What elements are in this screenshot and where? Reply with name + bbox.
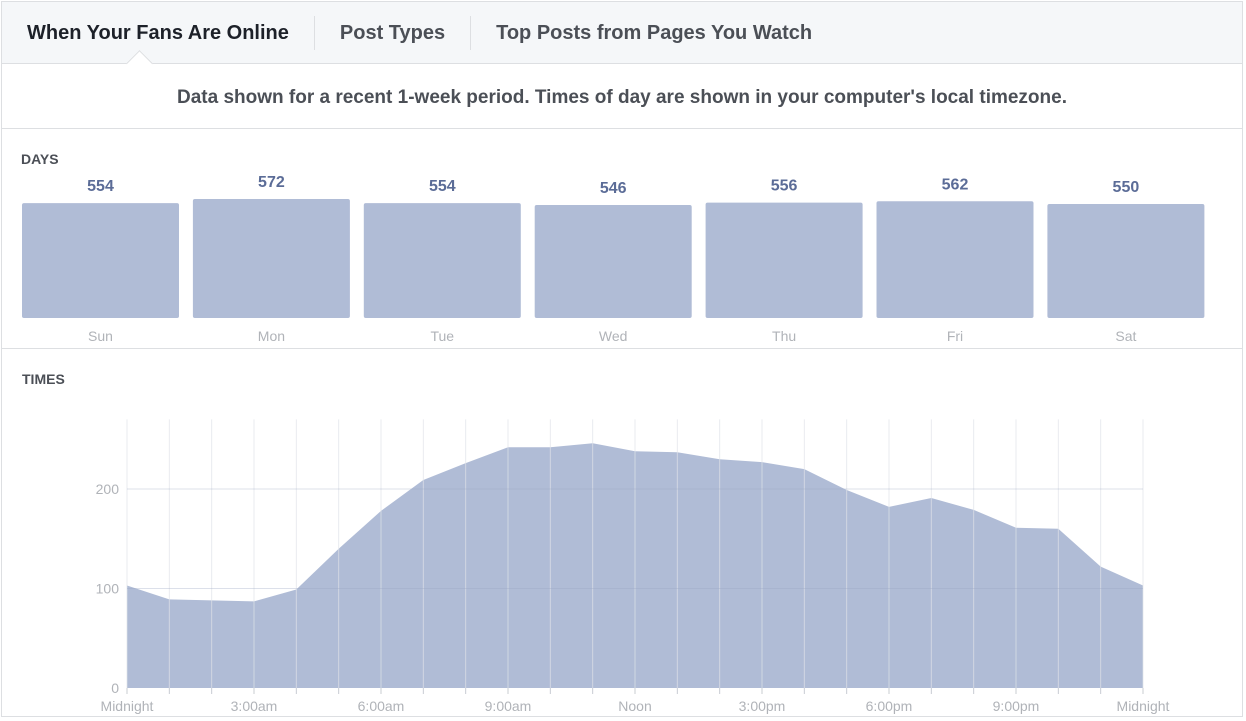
- y-tick-label: 200: [96, 481, 120, 497]
- day-category-label: Sun: [88, 328, 113, 344]
- day-value-label: 556: [771, 178, 798, 195]
- day-category-label: Mon: [258, 328, 285, 344]
- day-bar-thu: [705, 202, 863, 318]
- tab-bar: When Your Fans Are Online Post Types Top…: [2, 2, 1242, 64]
- day-value-label: 554: [87, 178, 114, 195]
- tab-when-fans-online[interactable]: When Your Fans Are Online: [2, 15, 314, 51]
- day-bar-fri: [876, 201, 1034, 318]
- day-value-label: 546: [600, 180, 627, 197]
- day-bar-sat: [1047, 204, 1205, 318]
- day-bar-tue: [363, 203, 521, 318]
- x-tick-label: 3:00pm: [739, 698, 786, 714]
- x-tick-label: Midnight: [1117, 698, 1170, 714]
- day-value-label: 554: [429, 178, 456, 195]
- days-bar-chart: 554 Sun 572 Mon 554 Tue 546 Wed 556 Thu 562 Fri 550 S…: [22, 174, 1205, 344]
- tab-top-posts[interactable]: Top Posts from Pages You Watch: [471, 15, 837, 51]
- days-section: DAYS 554 Sun 572 Mon 554 Tue 546 Wed 556 Thu 562 Fr…: [2, 129, 1242, 349]
- x-tick-label: 3:00am: [231, 698, 278, 714]
- timezone-notice: Data shown for a recent 1-week period. T…: [2, 64, 1242, 129]
- day-bar-wed: [534, 204, 692, 318]
- times-area-chart: 0 100 200 Midnight 3:00am 6:00am 9:00am Noon 3:0…: [96, 419, 1170, 714]
- y-tick-label: 100: [96, 581, 120, 597]
- day-category-label: Fri: [947, 328, 963, 344]
- day-category-label: Wed: [599, 328, 628, 344]
- y-tick-label: 0: [111, 680, 119, 696]
- day-value-label: 550: [1113, 179, 1140, 196]
- day-bar-sun: [22, 203, 179, 318]
- insights-panel: When Your Fans Are Online Post Types Top…: [1, 1, 1243, 717]
- x-tick-label: Midnight: [101, 698, 154, 714]
- day-category-label: Sat: [1115, 328, 1136, 344]
- x-tick-label: Noon: [618, 698, 651, 714]
- day-value-label: 572: [258, 174, 285, 191]
- day-value-label: 562: [942, 176, 969, 193]
- x-tick-label: 6:00am: [358, 698, 405, 714]
- x-tick-label: 9:00pm: [993, 698, 1040, 714]
- times-section: TIMES 0 100 200 Midnight 3:00am 6:00am 9:00am N…: [2, 349, 1242, 717]
- day-category-label: Thu: [772, 328, 796, 344]
- x-tick-label: 9:00am: [485, 698, 532, 714]
- day-category-label: Tue: [430, 328, 454, 344]
- day-bar-mon: [192, 199, 350, 318]
- tab-post-types[interactable]: Post Types: [315, 15, 470, 51]
- x-tick-label: 6:00pm: [866, 698, 913, 714]
